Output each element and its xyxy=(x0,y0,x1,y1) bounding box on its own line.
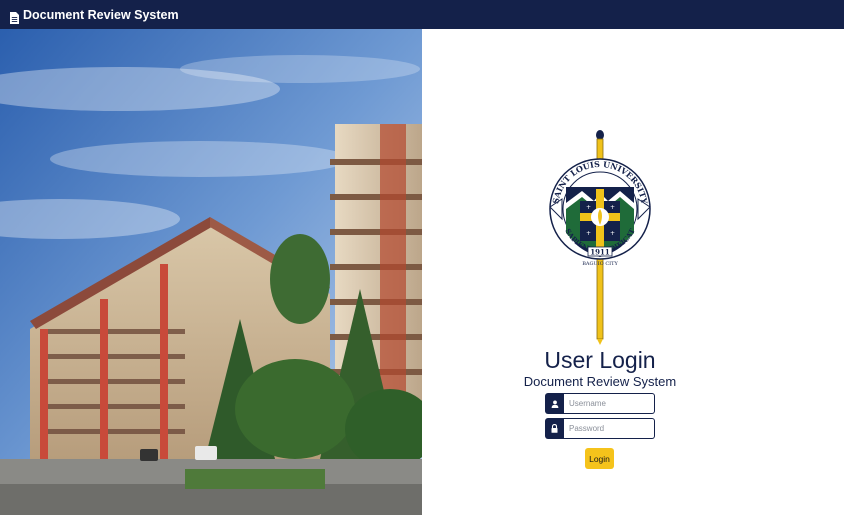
login-panel: + + + + SAINT LOUIS UNIVERSITY SAPIENTIA… xyxy=(422,29,844,515)
lock-icon xyxy=(545,418,564,439)
navbar-brand[interactable]: Document Review System xyxy=(23,8,179,22)
svg-text:+: + xyxy=(610,204,615,211)
seal-year: 1911 xyxy=(590,248,610,257)
username-input[interactable] xyxy=(564,393,655,414)
document-icon xyxy=(10,9,19,24)
top-navbar: Document Review System xyxy=(0,0,844,29)
password-input[interactable] xyxy=(564,418,655,439)
svg-text:+: + xyxy=(586,204,591,211)
user-icon xyxy=(545,393,564,414)
page-subtitle: Document Review System xyxy=(523,374,677,389)
login-button[interactable]: Login xyxy=(585,448,614,469)
svg-text:+: + xyxy=(586,230,591,237)
svg-text:+: + xyxy=(610,230,615,237)
university-seal-logo: + + + + SAINT LOUIS UNIVERSITY SAPIENTIA… xyxy=(549,130,651,345)
seal-city: BAGUIO CITY xyxy=(582,261,618,267)
password-field xyxy=(545,418,655,439)
username-field xyxy=(545,393,655,414)
campus-photo xyxy=(0,29,422,515)
page-title: User Login xyxy=(544,347,656,373)
